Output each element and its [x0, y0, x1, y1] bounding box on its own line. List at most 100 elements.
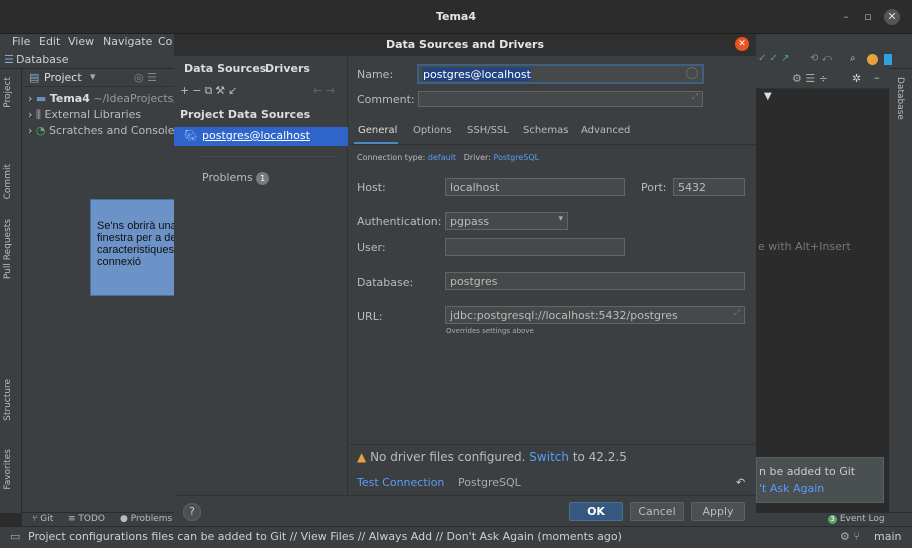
maximize-icon[interactable]: ▫ — [860, 9, 876, 25]
project-view-selector[interactable]: Project — [44, 71, 82, 84]
close-window-icon[interactable]: ✕ — [884, 9, 900, 25]
user-input[interactable] — [445, 238, 625, 256]
wrench-icon[interactable]: ⚒ — [215, 84, 228, 97]
tab-structure[interactable]: Structure — [3, 379, 13, 421]
tab-drivers[interactable]: Drivers — [265, 62, 310, 75]
plugin-logo-icon — [884, 54, 892, 65]
menu-navigate[interactable]: Navigate — [103, 35, 152, 48]
tab-data-sources[interactable]: Data Sources — [184, 62, 266, 75]
copy-icon[interactable]: ⧉ — [204, 84, 215, 97]
conn-type-link[interactable]: default — [428, 153, 456, 162]
tab-general[interactable]: General — [358, 125, 397, 136]
filter-icon[interactable]: ▼ — [764, 91, 772, 102]
history-icon[interactable]: ⟲ ⤺ — [810, 53, 832, 64]
nav-arrows-icon[interactable]: ← → — [313, 84, 335, 97]
tab-database[interactable]: Database — [895, 77, 905, 120]
hide-panel-icon[interactable]: – — [874, 71, 880, 84]
tree-item-external-libraries[interactable]: › ⫼ External Libraries — [28, 108, 141, 122]
notification-text: n be added to Git — [759, 465, 856, 478]
tree-item-scratches[interactable]: › ◔ Scratches and Consoles — [28, 124, 180, 137]
status-panel-icon[interactable]: ▭ — [10, 530, 20, 543]
warning-tail: to 42.2.5 — [572, 450, 627, 464]
tab-advanced[interactable]: Advanced — [581, 125, 630, 136]
problems-item[interactable]: Problems 1 — [202, 171, 270, 185]
git-branch-name[interactable]: main — [874, 530, 901, 543]
minimize-icon[interactable]: – — [838, 9, 854, 25]
port-input[interactable]: 5432 — [673, 178, 745, 196]
test-connection-link[interactable]: Test Connection — [357, 476, 444, 489]
help-button[interactable]: ? — [183, 503, 201, 521]
ok-button[interactable]: OK — [569, 502, 623, 521]
test-driver-label: PostgreSQL — [458, 476, 521, 489]
left-tool-strip: Project Commit Pull Requests Structure F… — [0, 69, 22, 513]
switch-driver-link[interactable]: Switch — [529, 450, 569, 464]
data-source-item-selected[interactable]: 🐘︎ postgres@localhost — [174, 127, 348, 146]
commit-check-icon[interactable]: ✓ ✓ ↗ — [758, 53, 790, 64]
chevron-right-icon: › — [28, 108, 33, 121]
window-title: Tema4 — [435, 10, 477, 23]
tab-project[interactable]: Project — [3, 77, 13, 108]
apply-button[interactable]: Apply — [691, 502, 745, 521]
conn-type-label: Connection type: — [357, 153, 426, 162]
editor-empty-hint: e with Alt+Insert — [758, 240, 851, 253]
folder-icon: ▬ — [35, 92, 47, 105]
add-icon[interactable]: + — [180, 84, 192, 97]
library-icon: ⫼ — [35, 108, 41, 121]
database-label: Database: — [357, 276, 414, 289]
notification-link[interactable]: 't Ask Again — [759, 482, 824, 495]
name-input[interactable]: postgres@localhost — [418, 65, 703, 83]
tab-todo[interactable]: ≡ TODO — [68, 514, 105, 524]
target-icon[interactable]: ◎ ☰ — [134, 71, 157, 84]
chevron-down-icon[interactable]: ▾ — [90, 70, 96, 83]
tab-commit[interactable]: Commit — [3, 164, 13, 199]
tab-pull-requests[interactable]: Pull Requests — [3, 219, 13, 279]
chevron-right-icon: › — [28, 124, 33, 137]
breadcrumb-label[interactable]: Database — [16, 53, 69, 66]
url-label: URL: — [357, 310, 383, 323]
search-icon[interactable]: ⌕ — [850, 53, 856, 64]
close-icon[interactable]: ✕ — [735, 37, 749, 51]
project-view-icon: ▤ — [29, 71, 40, 84]
menu-code[interactable]: Co — [158, 35, 172, 48]
url-value: jdbc:postgresql://localhost:5432/postgre… — [450, 309, 678, 322]
tab-schemas[interactable]: Schemas — [523, 125, 568, 136]
database-input[interactable]: postgres — [445, 272, 745, 290]
expand-icon[interactable]: ⤢ — [692, 92, 698, 102]
branch-icon[interactable]: ⚙ ⑂ — [840, 530, 860, 543]
tab-options[interactable]: Options — [413, 125, 452, 136]
driver-link[interactable]: PostgreSQL — [493, 153, 539, 162]
event-log-button[interactable]: 3 Event Log — [828, 514, 885, 524]
menu-file[interactable]: File — [12, 35, 30, 48]
status-bar: ▭ Project configurations files can be ad… — [0, 526, 912, 548]
data-source-name: postgres@localhost — [202, 129, 310, 142]
divider — [349, 444, 756, 445]
menu-edit[interactable]: Edit — [39, 35, 60, 48]
tree-item-project[interactable]: › ▬ Tema4 ~/IdeaProjects/ — [28, 92, 177, 105]
cancel-button[interactable]: Cancel — [630, 502, 684, 521]
user-label: User: — [357, 241, 386, 254]
gear-icon[interactable]: ✲ — [852, 72, 861, 85]
tab-ssh-ssl[interactable]: SSH/SSL — [467, 125, 509, 136]
update-icon[interactable] — [867, 54, 878, 65]
editor-area[interactable]: ▼ e with Alt+Insert — [756, 69, 889, 513]
settings-icon[interactable]: ⚙ ☰ ÷ — [792, 72, 828, 85]
tab-favorites[interactable]: Favorites — [3, 449, 13, 490]
project-panel-header: ▤ Project ▾ ◎ ☰ — [22, 69, 174, 87]
remove-icon[interactable]: − — [192, 84, 204, 97]
host-input[interactable]: localhost — [445, 178, 625, 196]
expand-icon[interactable]: ⤢ — [734, 308, 740, 318]
import-icon[interactable]: ↙ — [228, 84, 240, 97]
status-message[interactable]: Project configurations files can be adde… — [28, 530, 622, 543]
revert-icon[interactable]: ↶ — [736, 476, 745, 489]
tab-problems[interactable]: ● Problems — [120, 514, 172, 524]
port-label: Port: — [641, 181, 667, 194]
host-label: Host: — [357, 181, 386, 194]
url-input[interactable]: jdbc:postgresql://localhost:5432/postgre… — [445, 306, 745, 324]
color-picker-icon[interactable] — [686, 67, 698, 79]
menu-view[interactable]: View — [68, 35, 94, 48]
authentication-select[interactable]: pgpass ▾ — [445, 212, 568, 230]
chevron-down-icon: ▾ — [558, 214, 563, 224]
tab-git[interactable]: ⑂ Git — [32, 514, 53, 524]
comment-input[interactable]: ⤢ — [418, 91, 703, 107]
project-name: Tema4 — [49, 92, 90, 105]
